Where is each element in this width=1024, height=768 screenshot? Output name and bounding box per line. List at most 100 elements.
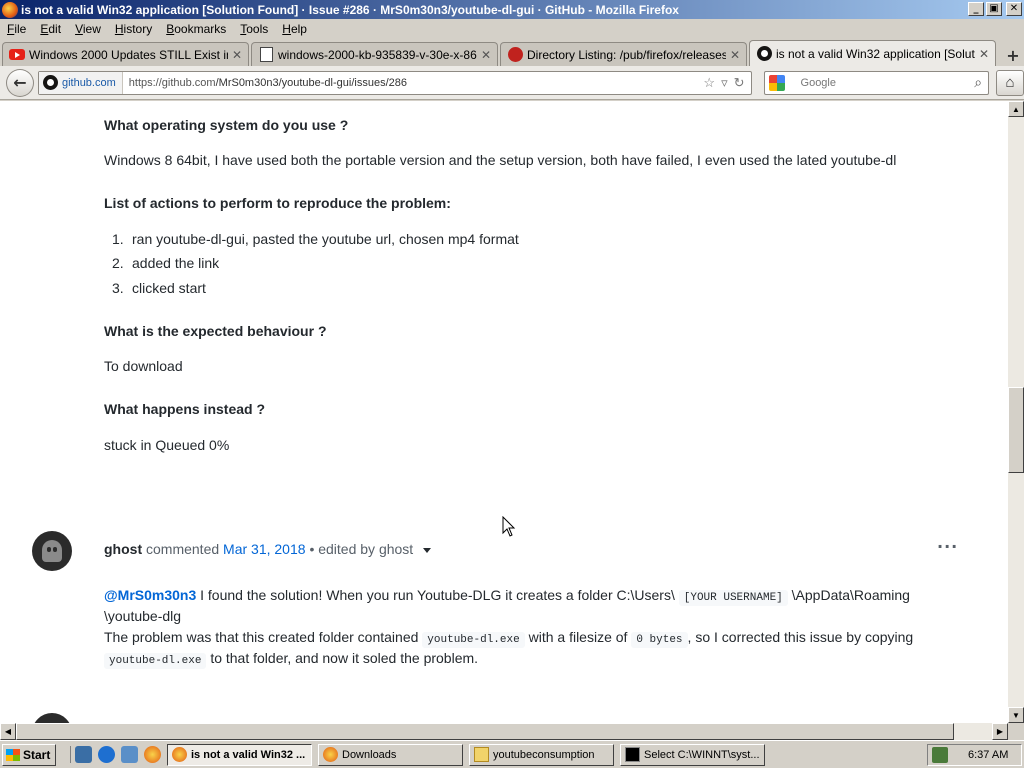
show-desktop-icon[interactable] [75, 746, 92, 763]
comment-menu-icon[interactable]: ··· [937, 537, 958, 556]
comment-text: \AppData\Roaming [791, 587, 910, 603]
menu-history[interactable]: History [108, 22, 159, 36]
github-icon [756, 46, 772, 61]
comment-date[interactable]: Mar 31, 2018 [223, 541, 306, 557]
menu-tools[interactable]: Tools [233, 22, 275, 36]
youtube-icon [9, 49, 25, 60]
network-icon[interactable] [121, 746, 138, 763]
question-actions-heading: List of actions to perform to reproduce … [104, 195, 451, 211]
edited-by[interactable]: • edited by ghost [309, 541, 413, 557]
list-item: 1. ran youtube-dl-gui, pasted the youtube… [112, 231, 519, 247]
tab-bar: Windows 2000 Updates STILL Exist in 20..… [0, 40, 1024, 66]
reload-icon[interactable]: ↻ [734, 75, 745, 91]
new-tab-button[interactable]: + [1002, 44, 1024, 66]
menu-file[interactable]: File [0, 22, 33, 36]
google-icon[interactable] [768, 74, 785, 91]
menu-view[interactable]: View [68, 22, 108, 36]
home-icon: ⌂ [1005, 74, 1015, 91]
tab-close-icon[interactable]: ✕ [232, 48, 242, 62]
horizontal-scrollbar[interactable]: ◀ ▶ [0, 723, 1008, 740]
search-bar[interactable]: Google ⌕ [763, 70, 990, 95]
start-button[interactable]: Start [2, 743, 56, 766]
tab-close-icon[interactable]: ✕ [979, 47, 989, 61]
url-bar[interactable]: github.com https://github.com/MrS0m30n3/… [37, 70, 752, 95]
system-tray: 6:37 AM [927, 744, 1022, 766]
inline-code: [YOUR USERNAME] [678, 590, 788, 606]
comment-author[interactable]: ghost [104, 541, 142, 557]
inline-code: youtube-dl.exe [104, 653, 207, 669]
tab-windows-2000-updates[interactable]: Windows 2000 Updates STILL Exist in 20..… [2, 42, 249, 66]
quick-launch [70, 746, 161, 763]
question-os-heading: What operating system do you use ? [104, 117, 349, 133]
taskbar-item-downloads[interactable]: Downloads [318, 743, 463, 766]
site-identity-button[interactable]: github.com [38, 71, 123, 94]
answer-instead: stuck in Queued 0% [104, 437, 230, 453]
taskbar-item-label: is not a valid Win32 ... [191, 748, 306, 761]
scroll-left-icon[interactable]: ◀ [0, 723, 16, 740]
internet-explorer-icon[interactable] [98, 746, 115, 763]
tab-label: is not a valid Win32 application [Soluti… [776, 46, 975, 61]
list-item-text: ran youtube-dl-gui, pasted the youtube u… [132, 231, 519, 247]
avatar[interactable] [32, 531, 72, 571]
scroll-right-icon[interactable]: ▶ [992, 723, 1008, 740]
question-instead-heading: What happens instead ? [104, 401, 266, 417]
search-input[interactable]: Google [801, 77, 975, 89]
taskbar-item-label: Select C:\WINNT\syst... [644, 748, 760, 761]
comment-text: , so I corrected this issue by copying [687, 629, 914, 645]
search-icon[interactable]: ⌕ [974, 74, 982, 91]
comment-verb: commented [146, 541, 220, 557]
folder-icon [474, 747, 489, 762]
page-content: What operating system do you use ? Windo… [0, 101, 1008, 723]
url-path: /MrS0m30n3/youtube-dl-gui/issues/286 [215, 76, 407, 89]
firefox-icon[interactable] [144, 746, 161, 763]
tab-close-icon[interactable]: ✕ [481, 48, 491, 62]
vertical-scrollbar[interactable]: ▲ ▼ [1008, 101, 1024, 723]
back-button[interactable]: ← [6, 68, 34, 97]
tab-github-issue[interactable]: is not a valid Win32 application [Soluti… [749, 40, 996, 66]
bookmark-star-icon[interactable]: ☆ [703, 75, 715, 91]
close-button[interactable]: ✕ [1006, 2, 1022, 16]
firefox-icon [2, 1, 18, 18]
network-tray-icon[interactable] [932, 747, 948, 763]
menu-help[interactable]: Help [275, 22, 314, 36]
inline-code: youtube-dl.exe [422, 632, 525, 648]
maximize-button[interactable]: ▣ [986, 2, 1002, 16]
avatar[interactable] [32, 713, 72, 723]
menu-bookmarks[interactable]: Bookmarks [159, 22, 233, 36]
url-text[interactable]: https://github.com/MrS0m30n3/youtube-dl-… [129, 77, 704, 89]
comment-line-2: \youtube-dlg [104, 608, 182, 624]
window-title-bar: is not a valid Win32 application [Soluti… [0, 0, 1024, 19]
tab-label: Windows 2000 Updates STILL Exist in 20..… [29, 47, 228, 62]
user-mention[interactable]: @MrS0m30n3 [104, 587, 196, 603]
comment-text: The problem was that this created folder… [104, 629, 419, 645]
tab-label: windows-2000-kb-935839-v-30e-x-86-e... [278, 47, 477, 62]
history-dropdown-icon[interactable]: ▿ [721, 75, 728, 91]
tab-close-icon[interactable]: ✕ [730, 48, 740, 62]
taskbar-item-folder[interactable]: youtubeconsumption [469, 743, 614, 766]
github-icon [42, 75, 58, 90]
chevron-down-icon[interactable] [423, 547, 432, 553]
scroll-up-icon[interactable]: ▲ [1008, 101, 1024, 117]
taskbar-item-firefox[interactable]: is not a valid Win32 ... [167, 743, 312, 766]
url-host: https://github.com [128, 76, 216, 89]
tab-directory-listing[interactable]: Directory Listing: /pub/firefox/releases… [500, 42, 747, 66]
scrollbar-corner [1008, 723, 1024, 740]
answer-os: Windows 8 64bit, I have used both the po… [104, 152, 897, 168]
firefox-icon [172, 747, 187, 762]
taskbar: Start is not a valid Win32 ... Downloads… [0, 740, 1024, 768]
start-label: Start [23, 747, 51, 762]
answer-expected: To download [104, 358, 183, 374]
taskbar-item-cmd[interactable]: Select C:\WINNT\syst... [620, 743, 765, 766]
clock[interactable]: 6:37 AM [968, 749, 1008, 761]
tab-windows-2000-kb[interactable]: windows-2000-kb-935839-v-30e-x-86-e... ✕ [251, 42, 498, 66]
list-item: 3. clicked start [112, 280, 206, 296]
firefox-icon [323, 747, 338, 762]
menu-edit[interactable]: Edit [33, 22, 68, 36]
scroll-thumb[interactable] [16, 723, 954, 740]
scroll-thumb[interactable] [1008, 387, 1024, 473]
scroll-down-icon[interactable]: ▼ [1008, 707, 1024, 723]
home-button[interactable]: ⌂ [996, 69, 1024, 96]
document-icon [259, 47, 273, 62]
taskbar-item-label: Downloads [342, 748, 397, 761]
minimize-button[interactable]: _ [968, 2, 984, 16]
